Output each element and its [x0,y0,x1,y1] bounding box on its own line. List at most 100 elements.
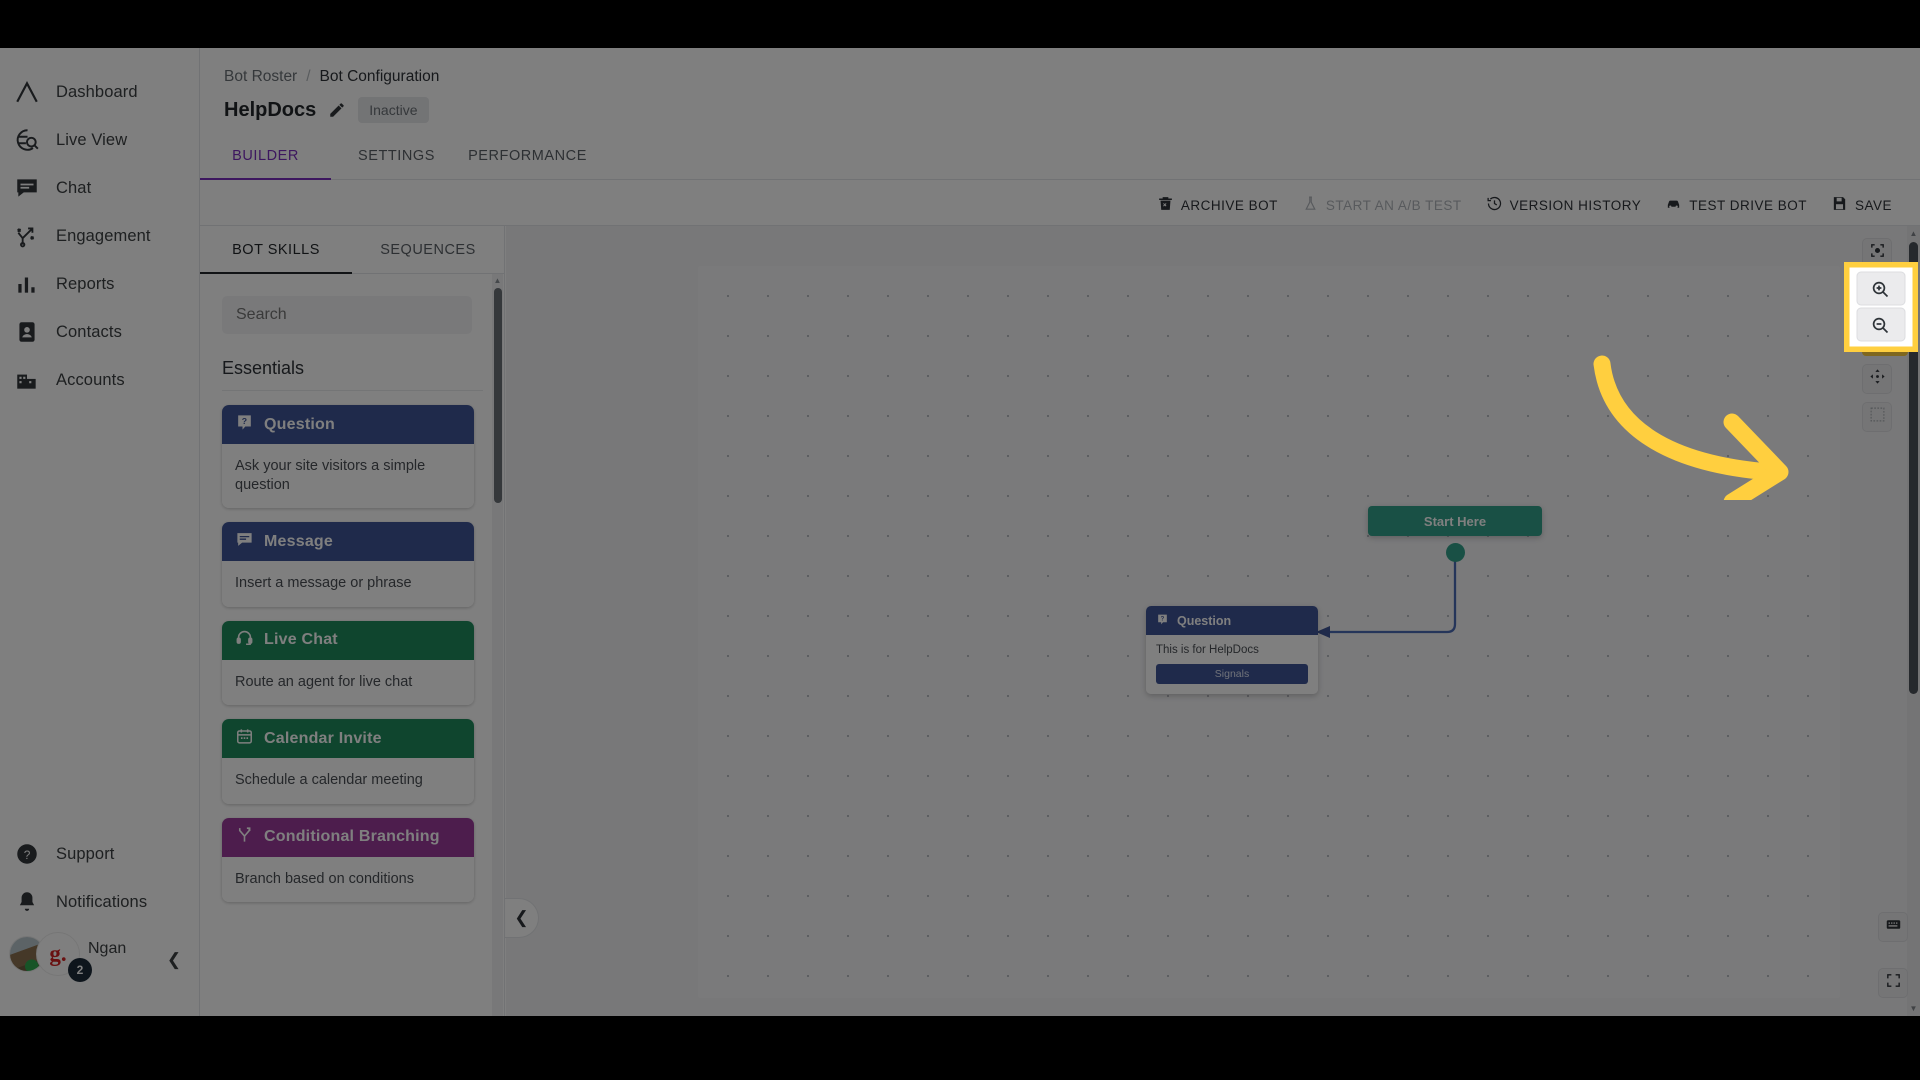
sidebar-item-dashboard[interactable]: Dashboard [0,68,199,116]
section-divider [222,390,483,391]
move-arrows-icon [1869,368,1886,390]
skill-card-question[interactable]: ? Question Ask your site visitors a simp… [222,405,474,509]
section-heading: Essentials [222,358,305,378]
fullscreen-icon [1885,972,1902,994]
focus-center-icon [1869,242,1886,264]
tab-settings[interactable]: SETTINGS [331,140,462,179]
panel-scrollbar-thumb[interactable] [494,288,502,503]
sidebar-item-notifications[interactable]: Notifications [0,878,200,926]
save-button[interactable]: SAVE [1819,195,1904,215]
flow-node-question-body: This is for HelpDocs Signals [1146,635,1318,694]
sidebar-item-chat[interactable]: Chat [0,164,199,212]
toolbar-button-label: START AN A/B TEST [1325,197,1462,213]
chevron-up-logo-icon [14,79,40,105]
message-lines-icon [235,530,254,554]
sidebar-item-accounts[interactable]: Accounts [0,356,199,404]
letterbox-top [0,0,1920,48]
panel-scrollbar[interactable]: ▲ [492,274,503,1016]
zoom-out-button[interactable] [1870,318,1900,348]
calendar-icon [235,727,254,751]
skill-card-calendar-invite[interactable]: Calendar Invite Schedule a calendar meet… [222,719,474,804]
flow-node-question[interactable]: ? Question This is for HelpDocs Signals [1146,606,1318,694]
zoom-out-icon [1877,322,1894,344]
building-icon [14,367,40,393]
keyboard-shortcuts-button[interactable] [1878,912,1908,942]
sidebar-item-label: Chat [56,178,92,197]
tab-builder[interactable]: BUILDER [200,140,331,180]
select-region-button[interactable] [1862,402,1892,432]
skill-card-title: Question [264,415,335,433]
canvas-tool-rail [1862,238,1908,432]
page-title: HelpDocs [224,98,317,121]
panel-scroll-area: Essentials ? Question Ask your site visi… [200,274,505,1016]
breadcrumb-parent[interactable]: Bot Roster [224,68,297,86]
sidebar-item-engagement[interactable]: Engagement [0,212,199,260]
flow-node-start-output-handle[interactable] [1446,543,1465,562]
fullscreen-button[interactable] [1878,968,1908,998]
skill-card-title: Calendar Invite [264,729,382,747]
skill-card-header: Message [222,522,474,562]
main-content: Bot Roster / Bot Configuration HelpDocs … [200,48,1920,1016]
question-circle-icon: ? [14,841,40,867]
floppy-disk-icon [1831,195,1848,215]
canvas-scrollbar[interactable]: ▲ ▼ [1907,226,1920,1016]
keyboard-icon [1885,916,1902,938]
flow-node-question-text: This is for HelpDocs [1156,644,1259,656]
edit-pencil-icon[interactable] [328,101,346,119]
skill-card-live-chat[interactable]: Live Chat Route an agent for live chat [222,620,474,706]
svg-text:?: ? [24,848,31,862]
flow-canvas-area[interactable]: Start Here ? Question This is for HelpDo… [506,226,1920,1016]
zoom-in-button[interactable] [1870,284,1900,314]
sidebar-item-contacts[interactable]: Contacts [0,308,199,356]
branch-fork-icon [235,825,254,849]
bot-title-row: HelpDocs Inactive [224,97,429,123]
sidebar-item-label: Live View [56,130,128,149]
scroll-up-arrow-icon[interactable]: ▲ [1909,229,1918,238]
scroll-up-arrow-icon[interactable]: ▲ [493,276,502,285]
sidebar-item-support[interactable]: ? Support [0,830,200,878]
scroll-down-arrow-icon[interactable]: ▼ [1909,1004,1918,1013]
panel-tabs: BOT SKILLS SEQUENCES [200,226,504,274]
engagement-path-icon [14,223,40,249]
skill-card-description: Ask your site visitors a simple question [222,444,474,509]
test-drive-bot-button[interactable]: TEST DRIVE BOT [1653,195,1819,215]
sidebar-item-reports[interactable]: Reports [0,260,199,308]
sidebar-item-label: Support [56,844,115,863]
pan-mode-button[interactable] [1862,364,1892,394]
version-history-button[interactable]: VERSION HISTORY [1474,195,1654,215]
flow-node-question-title: Question [1177,613,1232,628]
builder-toolbar: ARCHIVE BOT START AN A/B TEST VERSION HI… [1145,185,1920,225]
car-icon [1665,195,1682,215]
trash-icon [1157,195,1174,215]
select-region-icon [1869,406,1886,428]
start-ab-test-button[interactable]: START AN A/B TEST [1290,195,1474,215]
history-clock-icon [1486,195,1503,215]
skill-card-message[interactable]: Message Insert a message or phrase [222,522,474,607]
breadcrumb: Bot Roster / Bot Configuration [224,68,439,86]
flow-canvas[interactable]: Start Here ? Question This is for HelpDo… [698,266,1840,998]
svg-text:?: ? [242,416,247,426]
globe-search-icon [14,127,40,153]
flow-node-signals-button[interactable]: Signals [1156,664,1308,684]
flow-node-question-header: ? Question [1146,606,1318,635]
contact-card-icon [14,319,40,345]
skill-card-title: Live Chat [264,631,338,649]
skill-card-conditional-branching[interactable]: Conditional Branching Branch based on co… [222,817,474,903]
focus-center-button[interactable] [1862,238,1892,268]
sidebar-item-live-view[interactable]: Live View [0,116,199,164]
sidebar-collapse-button[interactable]: ❮ [160,946,188,974]
letterbox-bottom [0,1016,1920,1080]
flow-node-start[interactable]: Start Here [1368,506,1542,536]
canvas-tool-rail-bottom [1878,912,1908,998]
skill-card-title: Conditional Branching [264,828,440,846]
canvas-scrollbar-thumb[interactable] [1909,242,1918,694]
tab-performance[interactable]: PERFORMANCE [462,140,593,179]
tab-sequences[interactable]: SEQUENCES [352,226,504,273]
tab-bot-skills[interactable]: BOT SKILLS [200,226,352,274]
sidebar-item-label: Dashboard [56,82,138,101]
search-input[interactable] [222,296,472,334]
sidebar-item-label: Accounts [56,370,125,389]
archive-bot-button[interactable]: ARCHIVE BOT [1145,195,1290,215]
sidebar-bottom-group: ? Support Notifications g. 2 Ngan ❮ [0,830,200,982]
chat-bubble-icon [14,175,40,201]
